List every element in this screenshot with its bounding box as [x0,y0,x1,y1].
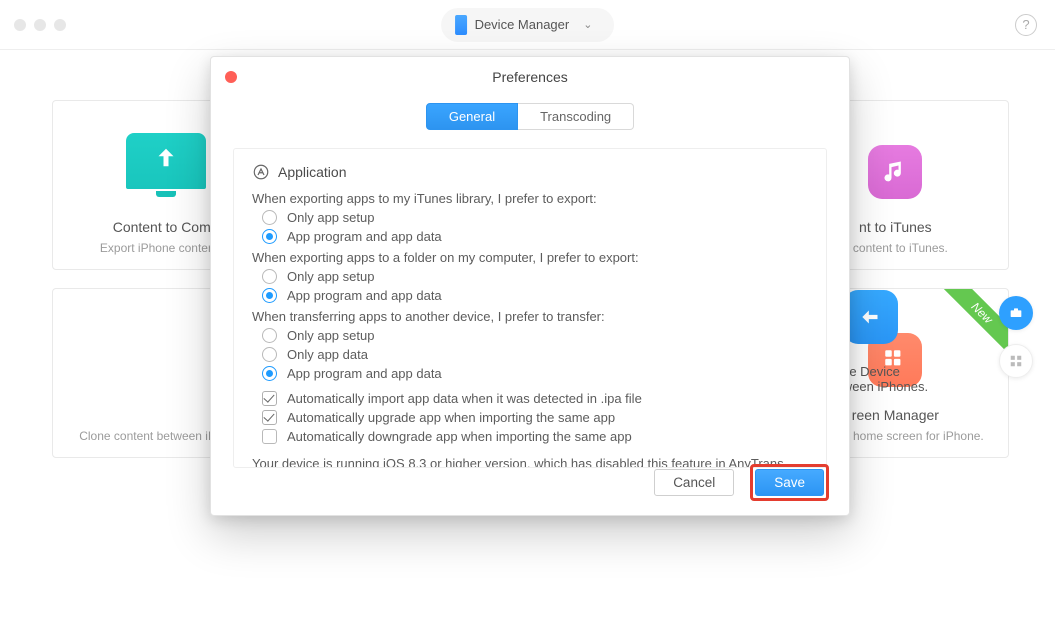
save-button[interactable]: Save [755,469,824,496]
radio-q2-setup[interactable]: Only app setup [262,269,808,284]
app-panel: Application When exporting apps to my iT… [233,148,827,468]
tab-transcoding[interactable]: Transcoding [518,103,634,130]
radio-q1-setup[interactable]: Only app setup [262,210,808,225]
modal-header: Preferences [211,57,849,97]
transfer-icon [844,290,898,344]
section-label: Application [278,164,347,180]
tab-general[interactable]: General [426,103,518,130]
chevron-down-icon: ⌄ [583,18,592,31]
check-auto-downgrade[interactable]: Automatically downgrade app when importi… [262,429,808,444]
save-highlight: Save [750,464,829,501]
close-icon[interactable] [14,19,26,31]
minimize-icon[interactable] [34,19,46,31]
radio-q2-program-data[interactable]: App program and app data [262,288,808,303]
check-auto-import[interactable]: Automatically import app data when it wa… [262,391,808,406]
device-selector[interactable]: Device Manager ⌄ [441,8,615,42]
q-transfer: When transferring apps to another device… [252,309,808,324]
card-title: reen Manager [852,407,939,423]
section-header: Application [252,163,808,181]
side-grid-button[interactable] [999,344,1033,378]
music-icon [868,145,922,199]
modal-footer: Cancel Save [654,464,829,501]
tabs: General Transcoding [211,103,849,130]
q-export-folder: When exporting apps to a folder on my co… [252,250,808,265]
zoom-icon[interactable] [54,19,66,31]
check-auto-upgrade[interactable]: Automatically upgrade app when importing… [262,410,808,425]
close-icon[interactable] [225,71,237,83]
cancel-button[interactable]: Cancel [654,469,734,496]
modal-title: Preferences [492,69,567,85]
radio-q3-program-data[interactable]: App program and app data [262,366,808,381]
card-title: Content to Comp [113,219,219,235]
appstore-icon [252,163,270,181]
help-icon: ? [1022,17,1029,32]
device-label: Device Manager [475,17,570,32]
side-toolbox-button[interactable] [999,296,1033,330]
window-controls [0,19,66,31]
monitor-icon [126,133,206,189]
phone-icon [455,15,467,35]
card-sub: e content to iTunes. [843,241,948,255]
card-title: nt to iTunes [859,219,932,235]
q-export-itunes: When exporting apps to my iTunes library… [252,191,808,206]
help-button[interactable]: ? [1015,14,1037,36]
titlebar: Device Manager ⌄ ? [0,0,1055,50]
radio-q3-data[interactable]: Only app data [262,347,808,362]
radio-q3-setup[interactable]: Only app setup [262,328,808,343]
radio-q1-program-data[interactable]: App program and app data [262,229,808,244]
preferences-modal: Preferences General Transcoding Applicat… [210,56,850,516]
side-actions [999,296,1033,378]
